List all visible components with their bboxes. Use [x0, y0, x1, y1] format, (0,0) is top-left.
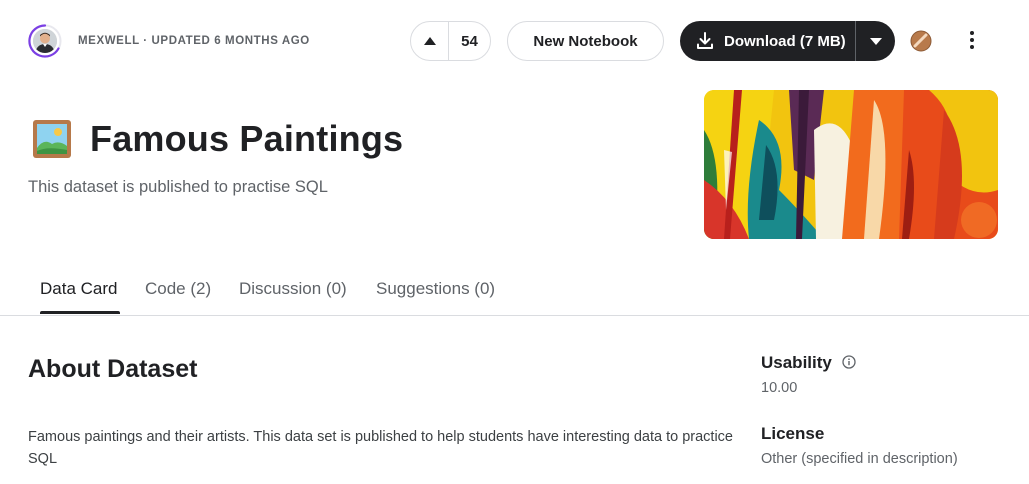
- new-notebook-button[interactable]: New Notebook: [507, 21, 664, 61]
- download-label: Download (7 MB): [724, 32, 846, 50]
- abstract-painting-image: [704, 90, 998, 239]
- chevron-down-icon: [869, 37, 882, 45]
- about-description: Famous paintings and their artists. This…: [28, 429, 733, 467]
- vote-widget: 54: [410, 21, 491, 61]
- active-tab-indicator: [40, 311, 120, 314]
- dataset-tabs: Data Card Code (2) Discussion (0) Sugges…: [0, 268, 1029, 316]
- more-vertical-icon: [970, 31, 974, 35]
- license-label: License: [761, 424, 825, 443]
- about-heading: About Dataset: [28, 355, 198, 383]
- dataset-meta: MEXWELL · UPDATED 6 MONTHS AGO: [78, 35, 310, 47]
- license-value: Other (specified in description): [761, 451, 958, 467]
- download-button[interactable]: Download (7 MB): [680, 21, 856, 61]
- dataset-cover-image: [704, 90, 998, 239]
- meta-separator: ·: [139, 35, 152, 47]
- avatar: [33, 29, 57, 53]
- framed-picture-icon: [33, 120, 71, 158]
- tab-code[interactable]: Code (2): [145, 279, 211, 299]
- triangle-up-icon: [423, 37, 436, 45]
- title-row: Famous Paintings: [32, 118, 403, 160]
- person-icon: [33, 29, 57, 53]
- tab-suggestions[interactable]: Suggestions (0): [376, 279, 495, 299]
- download-icon: [697, 32, 713, 49]
- usability-value: 10.00: [761, 380, 798, 396]
- upvote-button[interactable]: [411, 22, 449, 60]
- vote-count[interactable]: 54: [449, 33, 490, 50]
- usability-label: Usability: [761, 353, 832, 372]
- author-avatar[interactable]: [28, 24, 62, 58]
- info-icon[interactable]: [842, 355, 856, 369]
- medal-icon[interactable]: [910, 30, 932, 52]
- dataset-header: MEXWELL · UPDATED 6 MONTHS AGO 54 New No…: [0, 0, 1029, 82]
- tab-discussion[interactable]: Discussion (0): [239, 279, 347, 299]
- download-button-group: Download (7 MB): [680, 21, 895, 61]
- tab-data-card[interactable]: Data Card: [40, 279, 117, 299]
- updated-text: UPDATED 6 MONTHS AGO: [151, 35, 310, 47]
- dataset-subtitle: This dataset is published to practise SQ…: [28, 178, 328, 196]
- more-options-button[interactable]: [960, 28, 984, 52]
- author-link[interactable]: MEXWELL: [78, 35, 140, 47]
- download-options-button[interactable]: [856, 21, 895, 61]
- page-title: Famous Paintings: [90, 118, 404, 159]
